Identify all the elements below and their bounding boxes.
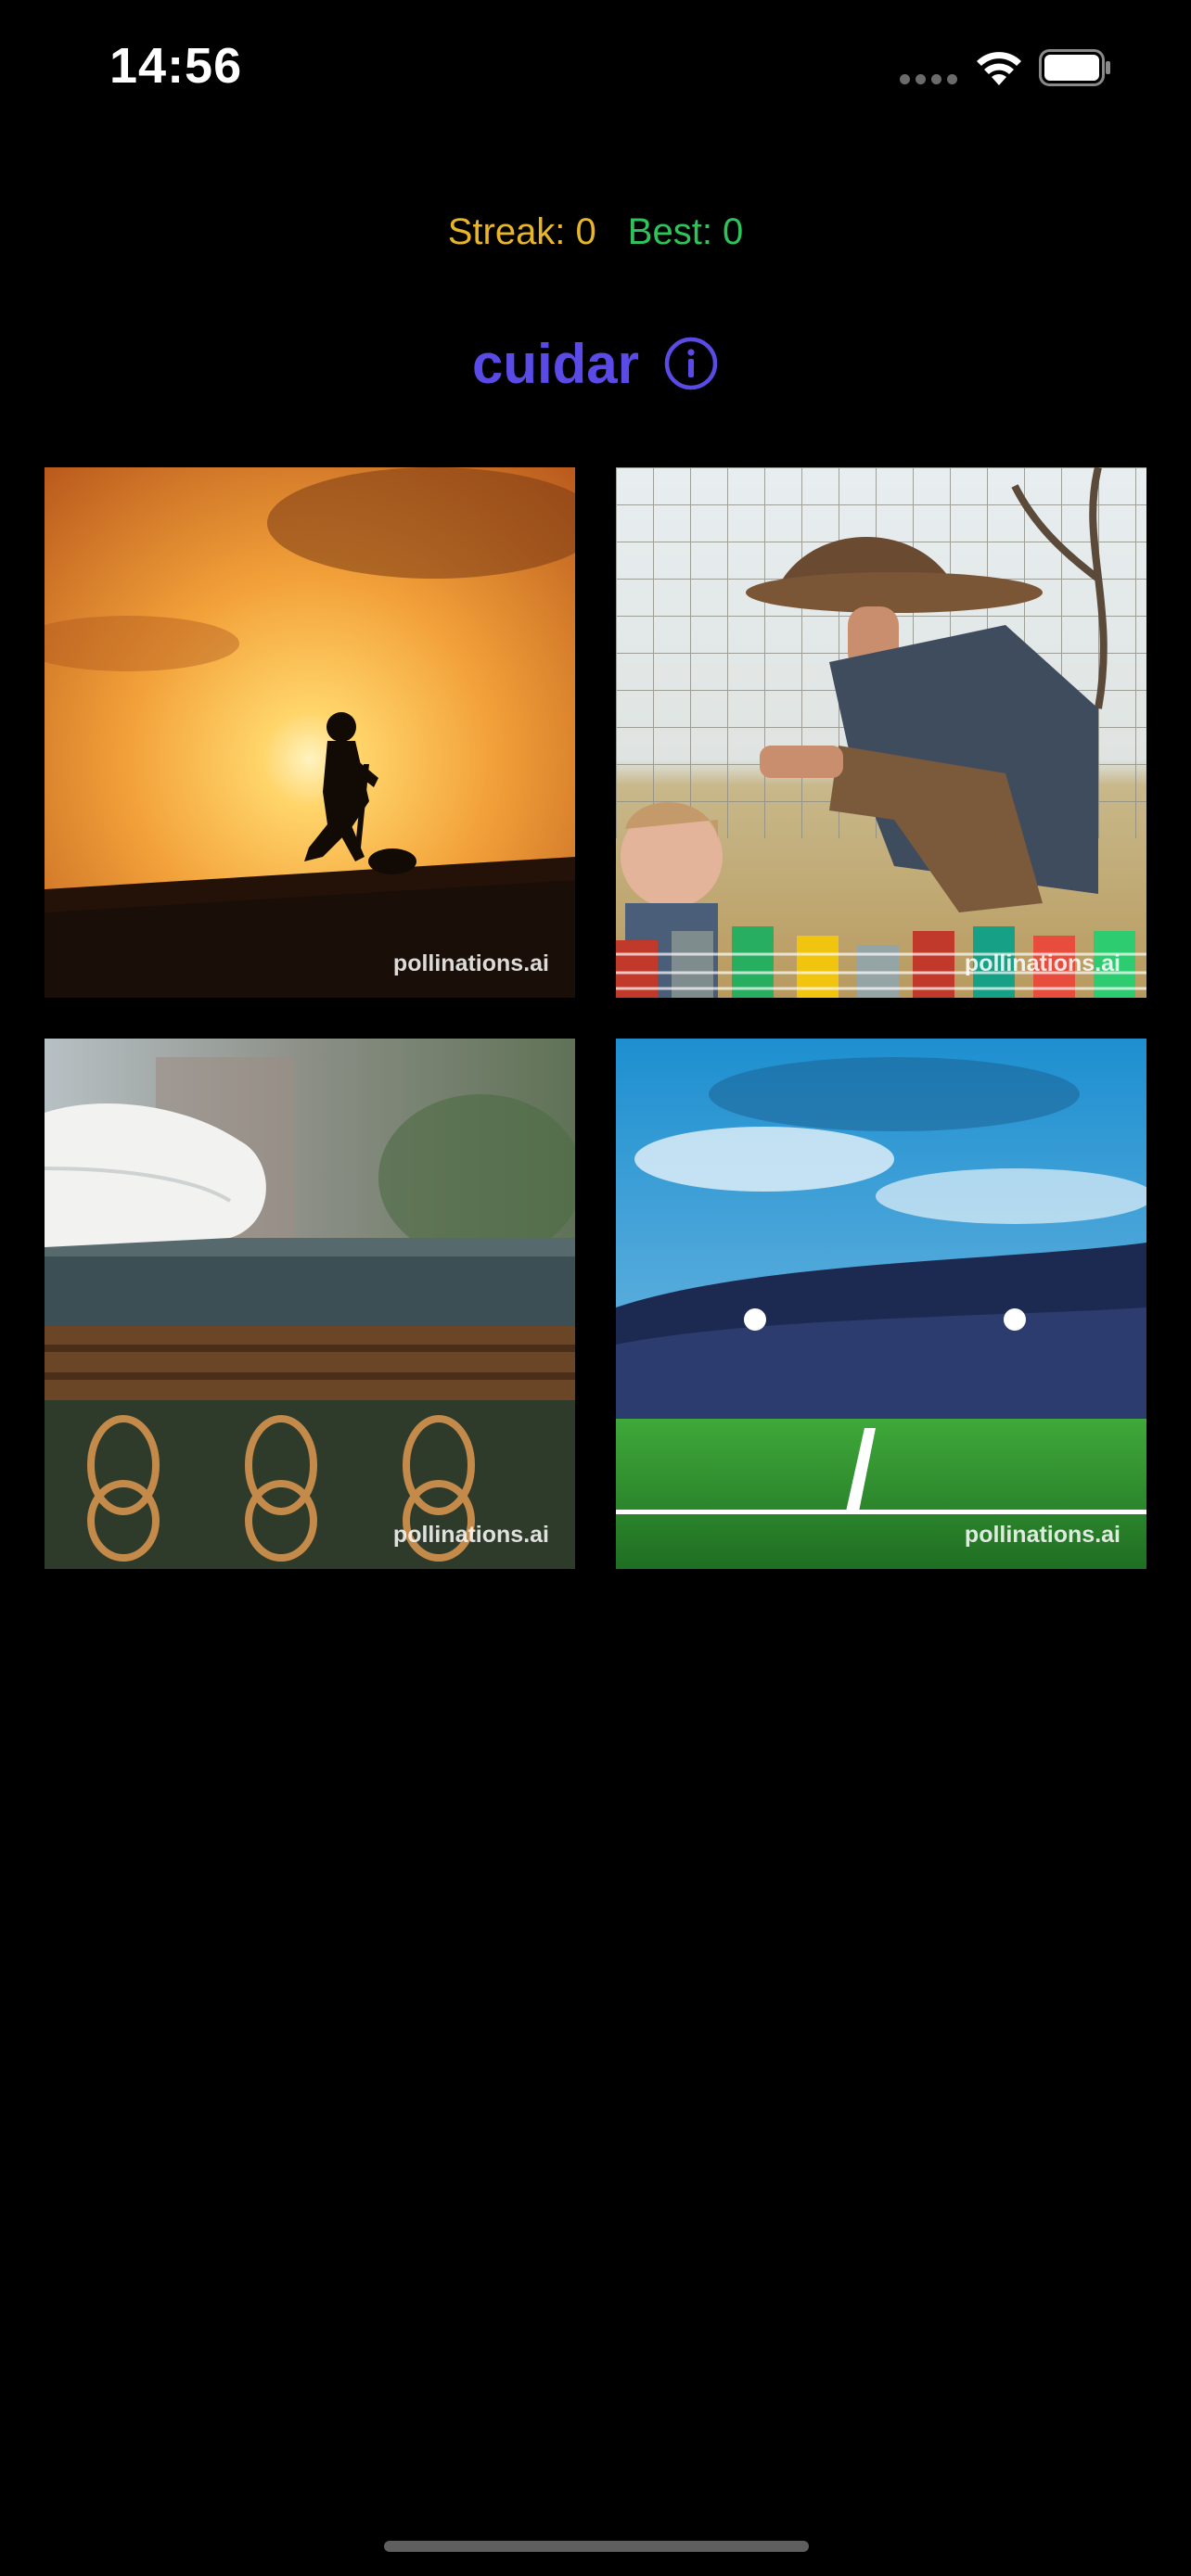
sunset-roofer-image [45,467,575,998]
wifi-icon [974,46,1024,87]
image-option-1[interactable]: pollinations.ai [45,467,575,998]
status-bar: 14:56 [0,0,1191,139]
status-time: 14:56 [109,38,243,94]
stadium-image [616,1039,1146,1569]
image-option-3[interactable]: pollinations.ai [45,1039,575,1569]
image-watermark: pollinations.ai [392,1522,549,1548]
quiz-word-row: cuidar [0,326,1191,401]
home-indicator[interactable] [384,2541,809,2552]
streak-counter: Streak: 0 [447,211,596,252]
best-score: Best: 0 [627,211,744,252]
image-watermark: pollinations.ai [392,950,549,976]
farmer-child-image [616,467,1146,998]
quiz-word: cuidar [471,332,640,395]
battery-icon [1039,49,1113,86]
cellular-signal-icon [900,74,957,85]
score-row: Streak: 0 Best: 0 [0,211,1191,253]
image-option-2[interactable]: pollinations.ai [616,467,1146,998]
image-option-4[interactable]: pollinations.ai [616,1039,1146,1569]
image-watermark: pollinations.ai [964,950,1121,976]
info-icon[interactable] [663,336,719,391]
towel-railing-image [45,1039,575,1569]
image-watermark: pollinations.ai [964,1522,1121,1548]
